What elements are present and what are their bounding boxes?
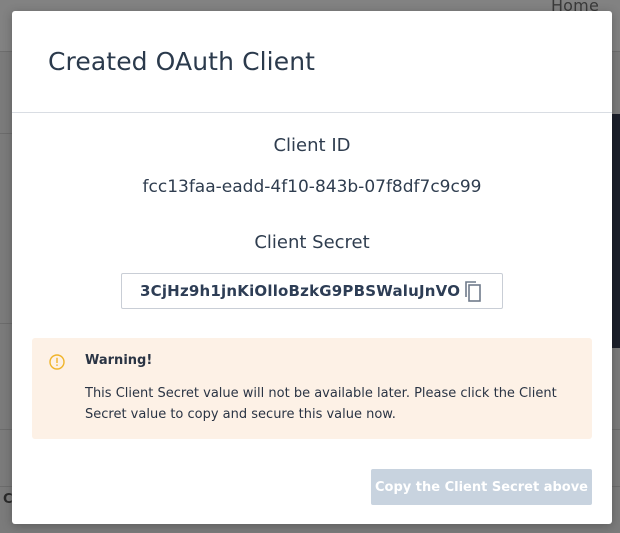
warning-title: Warning! <box>85 353 153 368</box>
modal-header: Created OAuth Client <box>12 11 612 113</box>
warning-icon <box>49 354 65 370</box>
client-id-label: Client ID <box>273 135 351 156</box>
client-secret-copy-field[interactable]: 3CjHz9h1jnKiOlloBzkG9PBSWaluJnVO <box>121 273 503 309</box>
client-secret-label: Client Secret <box>254 232 370 253</box>
copy-icon[interactable] <box>462 280 484 304</box>
client-id-value: fcc13faa-eadd-4f10-843b-07f8df7c9c99 <box>142 177 482 197</box>
warning-alert: Warning! This Client Secret value will n… <box>32 338 592 439</box>
oauth-client-modal: Created OAuth Client Client ID fcc13faa-… <box>12 11 612 524</box>
copy-client-secret-button[interactable]: Copy the Client Secret above <box>371 469 592 505</box>
client-secret-value[interactable]: 3CjHz9h1jnKiOlloBzkG9PBSWaluJnVO <box>140 282 460 300</box>
warning-text: This Client Secret value will not be ava… <box>85 386 557 422</box>
modal-title: Created OAuth Client <box>48 47 316 76</box>
